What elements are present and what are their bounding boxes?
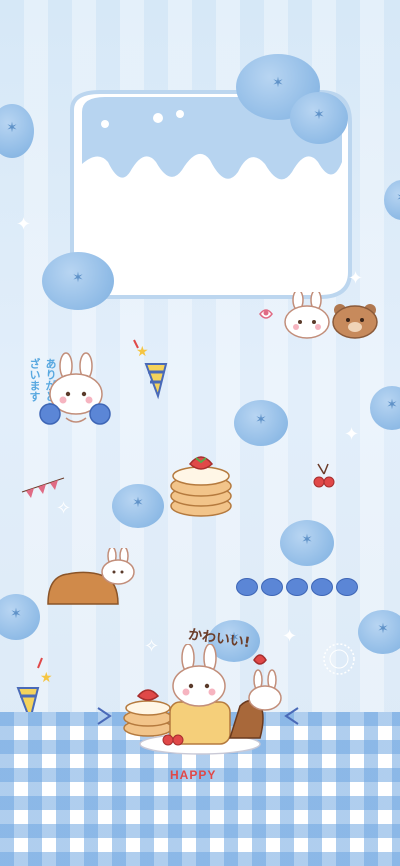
phone-wallpaper: ありがとうございます ★	[0, 0, 400, 866]
svg-text:★: ★	[40, 670, 53, 686]
small-blueberry	[261, 578, 283, 596]
watermark-seal	[323, 643, 355, 675]
blueberry-decoration	[0, 104, 34, 158]
small-blueberry	[311, 578, 333, 596]
small-blueberry	[286, 578, 308, 596]
blueberry-decoration	[358, 610, 400, 654]
blueberry-decoration	[290, 92, 348, 144]
bread-with-bunny-sticker	[47, 548, 135, 605]
sparkle-icon: ✦	[348, 268, 364, 289]
blueberry-decoration	[370, 386, 400, 430]
cherry-decoration	[313, 463, 335, 488]
sparkle-icon: ✧	[56, 498, 72, 519]
blueberry-decoration	[42, 252, 114, 310]
blueberry-decoration	[112, 484, 164, 528]
blueberry-decoration	[384, 180, 400, 220]
sparkle-icon: ✦	[16, 214, 32, 235]
small-blueberry	[236, 578, 258, 596]
blueberry-decoration	[280, 520, 334, 566]
happy-text: HAPPY	[170, 768, 217, 782]
party-popper-sticker: ★	[133, 339, 168, 400]
blueberry-decoration	[0, 594, 40, 640]
small-blueberry	[336, 578, 358, 596]
bunny-with-blueberries-sticker	[39, 352, 111, 425]
blueberry-decoration	[234, 400, 288, 446]
sparkle-icon: ✦	[344, 424, 360, 445]
dessert-party-scene	[97, 644, 299, 755]
pancake-stack-sticker	[170, 456, 232, 517]
bunny-and-bear-sticker	[259, 292, 378, 339]
